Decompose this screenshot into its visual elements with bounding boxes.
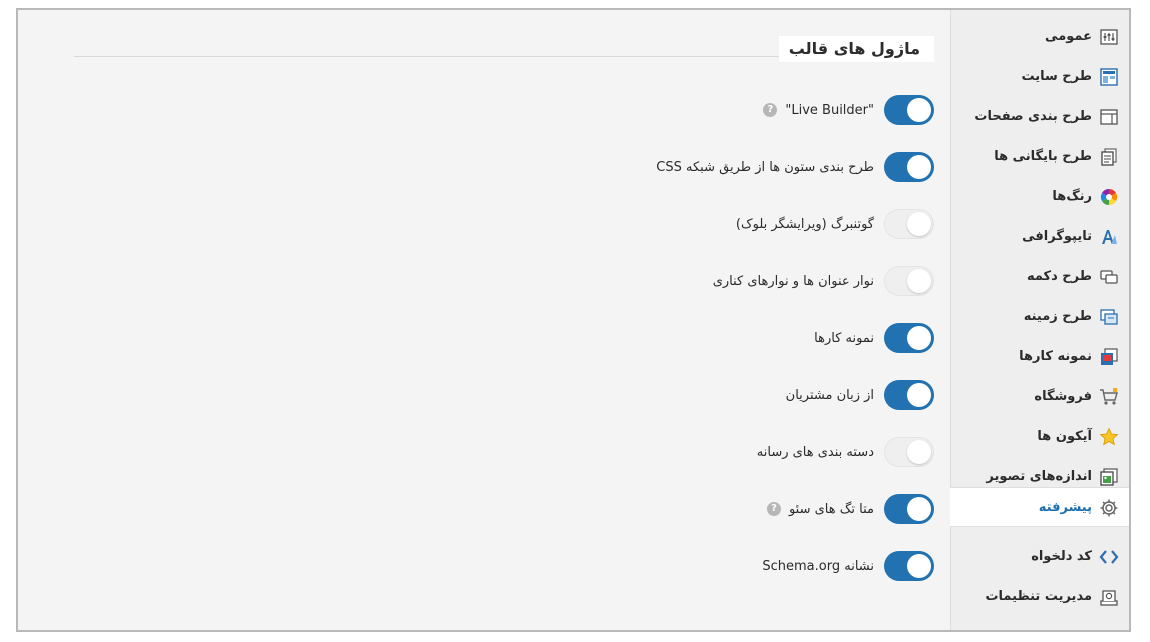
sidebar-item-label: فروشگاه	[1034, 389, 1092, 404]
module-row: نشانه Schema.org	[762, 550, 934, 582]
toggle-knob	[907, 497, 931, 521]
module-label: نشانه Schema.org	[762, 558, 874, 574]
help-icon[interactable]: ?	[763, 103, 778, 117]
settings-manager-icon	[1099, 587, 1119, 607]
sidebar-item-label: عمومی	[1045, 29, 1092, 44]
sidebar-item-11[interactable]: آیکون ها	[950, 417, 1129, 457]
gear-icon	[1099, 498, 1119, 518]
image-sizes-icon	[1099, 467, 1119, 487]
module-row: "Live Builder"?	[763, 94, 934, 126]
module-row: گوتنبرگ (ویرایشگر بلوک)	[736, 208, 934, 240]
sidebar-item-label: آیکون ها	[1037, 429, 1092, 444]
sidebar-item-label: تایپوگرافی	[1022, 229, 1092, 244]
page-title: ماژول های قالب	[778, 36, 934, 62]
sidebar-item-label: مدیریت تنظیمات	[985, 589, 1092, 604]
cart-icon	[1099, 387, 1119, 407]
module-row: متا تگ های سئو?	[766, 493, 934, 525]
toggle-knob	[907, 326, 931, 350]
toggle-knob	[907, 440, 931, 464]
sidebar-item-label: نمونه کارها	[1019, 349, 1092, 364]
module-row: نوار عنوان ها و نوارهای کناری	[713, 265, 934, 297]
background-icon	[1099, 307, 1119, 327]
code-icon	[1099, 547, 1119, 567]
module-toggle[interactable]	[884, 323, 934, 353]
module-toggle[interactable]	[884, 551, 934, 581]
sidebar-item-label: طرح بایگانی ها	[994, 149, 1092, 164]
module-label: دسته بندی های رسانه	[756, 444, 874, 460]
module-label: گوتنبرگ (ویرایشگر بلوک)	[735, 216, 874, 232]
sidebar-item-label: طرح سایت	[1021, 69, 1092, 84]
sidebar-item-label: طرح دکمه	[1026, 269, 1092, 284]
module-toggle[interactable]	[884, 437, 934, 467]
sidebar-item-2[interactable]: طرح سایت	[950, 57, 1129, 97]
module-row: دسته بندی های رسانه	[757, 436, 934, 468]
sidebar-item-1[interactable]: عمومی	[950, 17, 1129, 57]
archive-icon	[1099, 147, 1119, 167]
toggle-knob	[907, 554, 931, 578]
module-label: "Live Builder"	[785, 102, 874, 118]
toggle-knob	[907, 383, 931, 407]
sidebar-item-5[interactable]: رنگ‌ها	[950, 177, 1129, 217]
sidebar-item-label: طرح زمینه	[1023, 309, 1092, 324]
options-panel: ماژول های قالب "Live Builder"? طرح بندی س…	[16, 8, 1131, 632]
sidebar-item-14[interactable]: کد دلخواه	[950, 537, 1129, 577]
sidebar-item-10[interactable]: فروشگاه	[950, 377, 1129, 417]
sidebar-item-4[interactable]: طرح بایگانی ها	[950, 137, 1129, 177]
star-icon	[1099, 427, 1119, 447]
page-layout-icon	[1099, 107, 1119, 127]
module-toggle[interactable]	[884, 209, 934, 239]
module-row: از زبان مشتریان	[786, 379, 934, 411]
toggle-knob	[907, 269, 931, 293]
module-row: نمونه کارها	[814, 322, 934, 354]
site-layout-icon	[1099, 67, 1119, 87]
toggle-knob	[907, 155, 931, 179]
help-icon[interactable]: ?	[766, 502, 781, 516]
toggle-knob	[907, 212, 931, 236]
sidebar-item-label: طرح بندی صفحات	[974, 109, 1092, 124]
sidebar-item-label: کد دلخواه	[1031, 549, 1092, 564]
sidebar-item-7[interactable]: طرح دکمه	[950, 257, 1129, 297]
sidebar-item-6[interactable]: تایپوگرافی	[950, 217, 1129, 257]
sidebar-item-label: رنگ‌ها	[1052, 189, 1092, 204]
sidebar-menu: عمومی طرح سایت طرح بندی صفحات طرح بایگانی ه…	[950, 10, 1129, 630]
color-wheel-icon	[1099, 187, 1119, 207]
sidebar-item-label: پیشرفته	[1038, 500, 1092, 515]
module-toggle[interactable]	[884, 266, 934, 296]
module-toggle[interactable]	[884, 95, 934, 125]
sidebar-item-13[interactable]: پیشرفته	[950, 487, 1129, 527]
sidebar-item-15[interactable]: مدیریت تنظیمات	[950, 577, 1129, 617]
module-label: طرح بندی ستون ها از طریق شبکه CSS	[656, 159, 874, 175]
button-icon	[1099, 267, 1119, 287]
module-label: از زبان مشتریان	[785, 387, 874, 403]
module-label: نوار عنوان ها و نوارهای کناری	[712, 273, 874, 289]
module-toggle[interactable]	[884, 494, 934, 524]
main-content: ماژول های قالب "Live Builder"? طرح بندی س…	[18, 10, 954, 630]
module-label: نمونه کارها	[814, 330, 874, 346]
module-row: طرح بندی ستون ها از طریق شبکه CSS	[656, 151, 934, 183]
module-toggle[interactable]	[884, 380, 934, 410]
sidebar-item-9[interactable]: نمونه کارها	[950, 337, 1129, 377]
portfolio-icon	[1099, 347, 1119, 367]
module-toggle[interactable]	[884, 152, 934, 182]
general-icon	[1099, 27, 1119, 47]
toggle-knob	[907, 98, 931, 122]
sidebar-item-8[interactable]: طرح زمینه	[950, 297, 1129, 337]
module-label: متا تگ های سئو	[788, 501, 874, 517]
sidebar-item-3[interactable]: طرح بندی صفحات	[950, 97, 1129, 137]
typography-icon	[1099, 227, 1119, 247]
